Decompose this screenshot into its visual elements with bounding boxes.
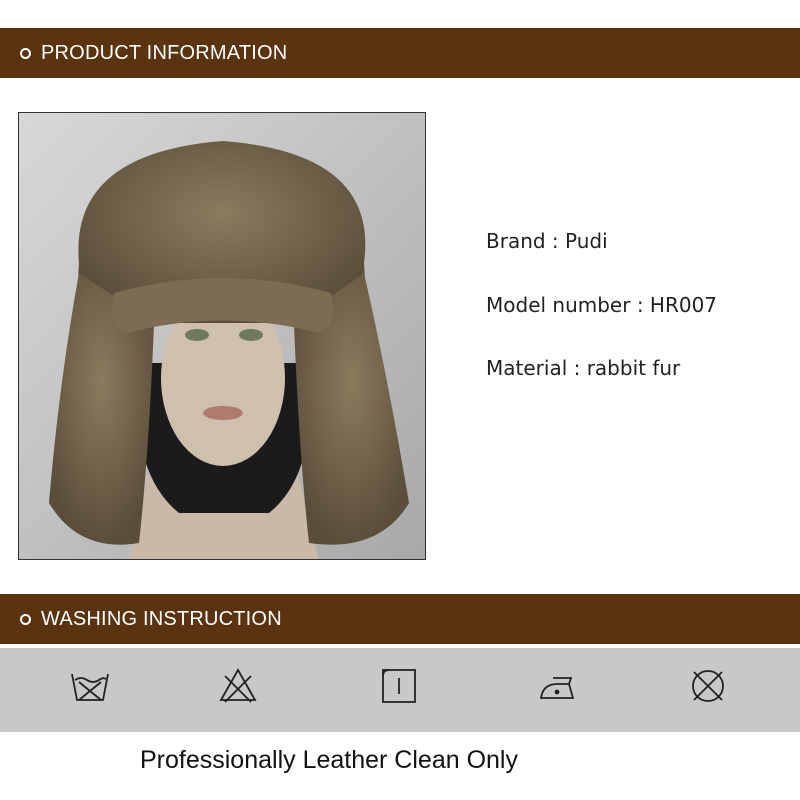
tumble-dry-icon	[379, 666, 419, 706]
do-not-dry-clean-icon	[688, 666, 728, 706]
care-icons-strip	[0, 648, 800, 732]
material-text: Material : rabbit fur	[486, 356, 681, 380]
model-number-text: Model number : HR007	[486, 292, 718, 317]
do-not-wash-icon	[70, 666, 110, 706]
product-details: Brand : Pudi Model number : HR007 Materi…	[486, 226, 717, 417]
do-not-bleach-icon	[218, 666, 258, 706]
circle-bullet-icon	[20, 47, 31, 59]
brand-text: Brand : Pudi	[486, 229, 608, 253]
product-information-header: PRODUCT INFORMATION	[0, 28, 800, 78]
circle-bullet-icon	[20, 613, 31, 625]
product-photo	[18, 112, 426, 560]
care-note: Professionally Leather Clean Only	[140, 746, 518, 774]
washing-instruction-header: WASHING INSTRUCTION	[0, 594, 800, 644]
section-title: WASHING INSTRUCTION	[41, 607, 282, 630]
section-title: PRODUCT INFORMATION	[41, 41, 288, 64]
iron-icon	[537, 666, 577, 706]
